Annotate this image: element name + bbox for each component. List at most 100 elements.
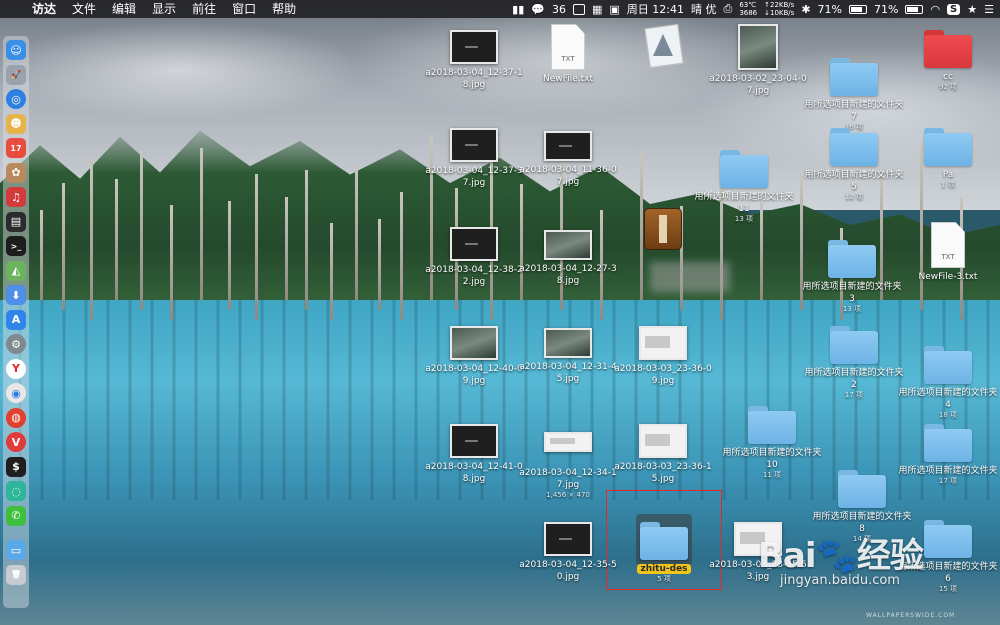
maps-icon[interactable]: ◭ bbox=[6, 260, 26, 281]
folder-cc[interactable]: cc 92 项 bbox=[896, 30, 1000, 92]
folder-item-count: 13 项 bbox=[734, 215, 754, 223]
terminal-icon[interactable]: >_ bbox=[6, 236, 26, 256]
menu-edit[interactable]: 编辑 bbox=[104, 0, 144, 18]
yandex-icon[interactable]: Y bbox=[6, 358, 26, 379]
weather[interactable]: 晴 优 bbox=[691, 1, 717, 17]
star-icon[interactable]: ★ bbox=[967, 3, 977, 16]
file-jpg[interactable]: a2018-03-04_12-37-18.jpg bbox=[422, 30, 526, 91]
bluetooth-icon[interactable]: ✱ bbox=[801, 3, 810, 16]
mission-grid-icon[interactable]: ▦ bbox=[592, 3, 602, 16]
safari-icon[interactable]: ◎ bbox=[6, 89, 26, 109]
folder-label: 用所选项目新建的文件夹 bbox=[898, 466, 998, 476]
file-label: a2018-03-04_12-38-22.jpg bbox=[425, 265, 523, 287]
file-jpg[interactable]: a2018-03-04_12-41-08.jpg bbox=[422, 424, 526, 485]
image-thumbnail bbox=[450, 326, 498, 360]
folder-item-count: 92 项 bbox=[938, 83, 958, 91]
folder-label: 用所选项目新建的文件夹 5 bbox=[804, 170, 904, 192]
app-s-icon[interactable]: S bbox=[947, 3, 961, 15]
contacts-icon[interactable]: ☻ bbox=[6, 113, 26, 134]
battery-icon-2[interactable] bbox=[905, 4, 924, 14]
folder-new[interactable]: 用所选项目新建的文件夹 17 项 bbox=[896, 424, 1000, 486]
clock[interactable]: 周日 12:41 bbox=[627, 1, 684, 17]
file-jpg[interactable]: a2018-03-04_12-35-50.jpg bbox=[516, 522, 620, 583]
file-jpg[interactable]: a2018-03-04_12-34-17.jpg 1,456 × 470 bbox=[516, 432, 620, 500]
file-txt[interactable]: TXT NewFile.txt bbox=[516, 24, 620, 85]
activity-icon[interactable]: ▤ bbox=[6, 211, 26, 232]
appstore-icon[interactable]: A bbox=[6, 309, 26, 330]
settings-icon[interactable]: ⚙ bbox=[6, 334, 26, 354]
file-jpg[interactable]: a2018-03-03_23-36-09.jpg bbox=[611, 326, 715, 387]
battery-percent-1[interactable]: 71% bbox=[818, 3, 842, 16]
music-icon[interactable]: ♫ bbox=[6, 187, 26, 207]
folder-new-10[interactable]: 用所选项目新建的文件夹 10 11 项 bbox=[720, 406, 824, 480]
image-thumbnail bbox=[544, 131, 592, 161]
baidu-logo-text: Bai bbox=[758, 536, 817, 576]
download-icon[interactable]: ⬇ bbox=[6, 285, 26, 305]
file-jpg[interactable]: a2018-03-04_12-38-22.jpg bbox=[422, 227, 526, 288]
battery-icon[interactable] bbox=[848, 4, 867, 14]
folder-new-2[interactable]: 用所选项目新建的文件夹 2 17 项 bbox=[802, 326, 906, 400]
weibo-icon[interactable]: ◍ bbox=[6, 407, 26, 428]
file-jpg[interactable]: a2018-03-04_11-36-07.jpg bbox=[516, 131, 620, 188]
launchpad-icon[interactable]: 🚀 bbox=[6, 64, 26, 85]
file-txt[interactable]: TXT NewFile-3.txt bbox=[896, 222, 1000, 283]
file-jpg[interactable]: a2018-03-04_12-31-45.jpg bbox=[516, 328, 620, 385]
folder-new-3[interactable]: 用所选项目新建的文件夹 3 13 项 bbox=[800, 240, 904, 314]
app-xcode[interactable] bbox=[611, 23, 715, 69]
folder-item-count: 17 项 bbox=[938, 477, 958, 485]
calendar-icon[interactable]: 17 bbox=[6, 138, 26, 158]
folder-label: Pa bbox=[942, 170, 954, 180]
folder-new-7[interactable]: 用所选项目新建的文件夹 7 16 项 bbox=[802, 58, 906, 132]
menu-view[interactable]: 显示 bbox=[144, 0, 184, 18]
menu-window[interactable]: 窗口 bbox=[224, 0, 264, 18]
folder-new-4[interactable]: 用所选项目新建的文件夹 4 18 项 bbox=[896, 346, 1000, 420]
printer-icon[interactable]: ⎙ bbox=[724, 2, 733, 16]
chrome-icon[interactable]: ◉ bbox=[6, 383, 26, 403]
cleaner-icon[interactable]: ◌ bbox=[6, 481, 26, 501]
folder-icon bbox=[924, 30, 972, 68]
image-dimensions: 1,456 × 470 bbox=[546, 491, 590, 499]
vivaldi-icon[interactable]: V bbox=[6, 432, 26, 452]
menu-help[interactable]: 帮助 bbox=[264, 0, 304, 18]
menu-file[interactable]: 文件 bbox=[64, 0, 104, 18]
folder-icon bbox=[640, 522, 688, 560]
wifi-icon[interactable]: ◠ bbox=[930, 3, 940, 16]
photo-icon[interactable]: ✿ bbox=[6, 162, 26, 183]
folder-icon bbox=[748, 406, 796, 444]
folder-label: 用所选项目新建的文件夹 3 bbox=[802, 282, 902, 304]
layout-icon[interactable]: ▣ bbox=[609, 3, 619, 16]
image-thumbnail bbox=[639, 326, 687, 360]
file-jpg[interactable]: a2018-03-04_12-27-38.jpg bbox=[516, 230, 620, 287]
status-pause-icon[interactable]: ▮▮ bbox=[512, 3, 524, 16]
folder-zhitu-des[interactable]: zhitu-des 5 项 bbox=[612, 522, 716, 584]
finder-icon[interactable]: ☺ bbox=[6, 40, 26, 60]
file-jpg[interactable]: a2018-03-03_23-36-15.jpg bbox=[611, 424, 715, 485]
trash-icon[interactable]: 🗑 bbox=[6, 564, 26, 585]
menu-app-finder[interactable]: 访达 bbox=[24, 0, 64, 18]
display-icon[interactable] bbox=[572, 3, 585, 15]
folder-pa[interactable]: Pa 1 项 bbox=[896, 128, 1000, 190]
file-jpg[interactable]: a2018-03-02_23-04-07.jpg bbox=[706, 24, 810, 97]
file-label: a2018-03-04_12-31-45.jpg bbox=[519, 362, 617, 384]
image-thumbnail bbox=[450, 128, 498, 162]
folder-icon bbox=[924, 128, 972, 166]
wechat-icon[interactable]: ✆ bbox=[6, 505, 26, 526]
folder-label: 用所选项目新建的文件夹 11 bbox=[694, 192, 794, 214]
file-label: a2018-03-04_12-37-18.jpg bbox=[425, 68, 523, 90]
console-icon[interactable]: $ bbox=[6, 456, 26, 477]
cpu-stat[interactable]: 63℃ 3686 bbox=[739, 1, 757, 17]
baidu-logo: Bai🐾经验 bbox=[758, 528, 924, 577]
menu-go[interactable]: 前往 bbox=[184, 0, 224, 18]
battery-percent-2[interactable]: 71% bbox=[874, 3, 898, 16]
downloads-folder-icon[interactable]: ▭ bbox=[6, 540, 26, 560]
file-jpg[interactable]: a2018-03-04_12-40-09.jpg bbox=[422, 326, 526, 387]
file-label: a2018-03-04_12-40-09.jpg bbox=[425, 364, 523, 386]
file-jpg[interactable]: a2018-03-04_12-37-37.jpg bbox=[422, 128, 526, 189]
network-stat[interactable]: ↑22KB/s ↓10KB/s bbox=[764, 1, 794, 17]
file-type-tag: TXT bbox=[561, 55, 575, 63]
folder-new-11[interactable]: 用所选项目新建的文件夹 11 13 项 bbox=[692, 150, 796, 224]
folder-new-5[interactable]: 用所选项目新建的文件夹 5 12 项 bbox=[802, 128, 906, 202]
folder-item-count: 18 项 bbox=[938, 411, 958, 419]
wechat-status-icon[interactable]: 💬 bbox=[531, 3, 545, 16]
list-menu-icon[interactable]: ☰ bbox=[984, 3, 994, 16]
